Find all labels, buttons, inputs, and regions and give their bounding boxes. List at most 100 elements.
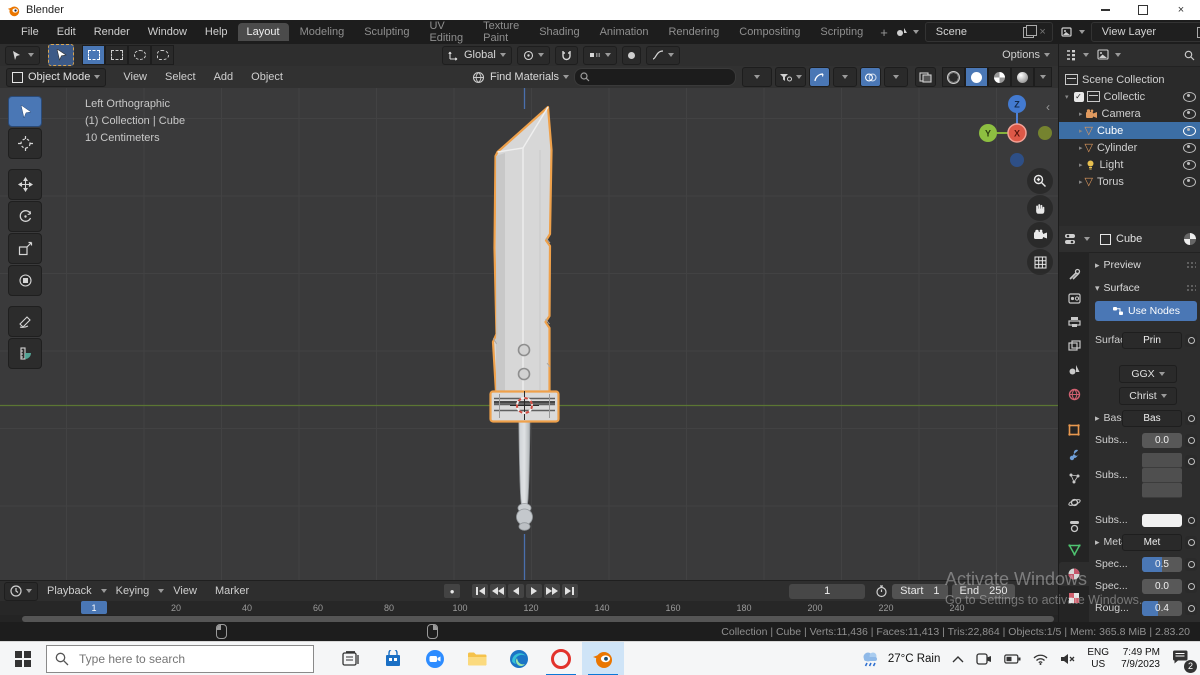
workspace-tab-compositing[interactable]: Compositing [730,23,809,41]
decorator-icon[interactable] [1185,557,1197,571]
base-color-value[interactable]: Bas [1122,409,1182,427]
play-button[interactable] [526,584,543,598]
camera-view-button[interactable] [1027,222,1053,248]
sidebar-collapse-arrow[interactable]: ‹ [1046,100,1050,114]
language-indicator[interactable]: ENG US [1081,642,1115,675]
breadcrumb-object[interactable]: Cube [1116,233,1142,245]
menu-view[interactable]: View [114,71,156,83]
auto-keying-button[interactable]: ● [444,584,461,598]
decorator-icon[interactable] [1185,455,1197,468]
tool-move[interactable] [8,169,42,200]
find-materials-chevron-icon[interactable] [563,75,570,79]
shading-material-button[interactable] [988,67,1012,87]
menu-marker[interactable]: Marker [206,585,258,597]
find-materials-label[interactable]: Find Materials [490,71,559,83]
specular-slider[interactable]: 0.5 [1142,556,1182,572]
playhead[interactable]: 1 [81,601,107,614]
menu-window[interactable]: Window [139,26,196,38]
workspace-tab-shading[interactable]: Shading [530,23,588,41]
hide-object-eye-icon[interactable] [1183,159,1196,170]
next-keyframe-button[interactable] [544,584,561,598]
distribution-dropdown[interactable]: GGX [1119,365,1177,383]
tab-tool[interactable] [1059,262,1089,286]
decorator-icon[interactable] [1185,601,1197,615]
hide-collection-eye-icon[interactable] [1183,91,1196,102]
play-reverse-button[interactable] [508,584,525,598]
edge-browser-button[interactable] [498,642,540,675]
view-layer-selector[interactable]: View Layer × [1090,22,1200,42]
mode-dropdown[interactable]: Object Mode [6,67,107,87]
opera-browser-button[interactable] [540,642,582,675]
proportional-falloff-dropdown[interactable] [645,45,680,65]
workspace-tab-scripting[interactable]: Scripting [811,23,872,41]
new-scene-icon[interactable] [1023,24,1038,38]
subsurface-method-dropdown[interactable]: Christ [1119,387,1177,405]
frame-end-field[interactable]: End 250 [951,583,1016,599]
metallic-value[interactable]: Met [1122,533,1182,551]
tab-physics[interactable] [1059,490,1089,514]
transform-orientation-dropdown[interactable]: Global [442,45,512,65]
add-workspace-button[interactable]: + [873,25,895,40]
pivot-point-dropdown[interactable] [516,45,550,65]
taskbar-search-input[interactable] [77,651,281,667]
proportional-editing-toggle[interactable] [621,45,641,65]
tab-view-layer[interactable] [1059,334,1089,358]
menu-add[interactable]: Add [205,71,243,83]
roughness-slider[interactable]: 0.4 [1142,600,1182,616]
meet-now-button[interactable] [970,642,998,675]
taskbar-search-box[interactable] [46,645,314,673]
workspace-tab-animation[interactable]: Animation [591,23,658,41]
action-center-button[interactable]: 2 [1166,642,1200,675]
node-decorator-icon[interactable] [1185,333,1197,347]
workspace-tab-texture-paint[interactable]: Texture Paint [474,17,528,47]
expand-icon[interactable]: ▸ [1079,161,1083,169]
tab-output[interactable] [1059,310,1089,334]
tab-render[interactable] [1059,286,1089,310]
outliner-item-torus[interactable]: ▸ ▽ Torus [1059,173,1200,190]
workspace-tab-layout[interactable]: Layout [237,23,289,41]
material-search-input[interactable] [590,70,715,84]
expand-icon[interactable]: ▸ [1095,413,1100,424]
shading-wireframe-button[interactable] [942,67,966,87]
decorator-icon[interactable] [1185,433,1197,447]
hide-object-eye-icon[interactable] [1183,125,1196,136]
tab-object-data[interactable] [1059,538,1089,562]
surface-panel-header[interactable]: ▾ Surface [1089,279,1200,297]
preview-panel-header[interactable]: ▸ Preview [1089,256,1200,274]
tab-object[interactable] [1059,418,1089,442]
select-mode-lasso[interactable] [151,45,174,65]
view-layer-chevron-icon[interactable] [1078,30,1085,34]
menu-playback[interactable]: Playback [38,585,101,597]
zoom-button[interactable] [1027,168,1053,194]
tab-material[interactable] [1059,562,1089,586]
options-dropdown[interactable]: Options [1002,49,1050,61]
volume-muted-indicator[interactable] [1054,642,1081,675]
blender-app-button[interactable] [582,642,624,675]
shading-dropdown[interactable] [1034,67,1053,87]
search-filter-dropdown[interactable] [742,67,773,87]
jump-to-start-button[interactable] [472,584,489,598]
collection-checkbox[interactable]: ✓ [1073,91,1084,102]
timeline-ruler[interactable]: 20 40 60 80 100 120 140 160 180 200 220 … [0,601,1058,615]
tool-select-box[interactable] [8,96,42,127]
jump-to-end-button[interactable] [562,584,579,598]
prev-keyframe-button[interactable] [490,584,507,598]
scene-selector[interactable]: Scene × [924,22,1053,42]
menu-object[interactable]: Object [242,71,292,83]
menu-render[interactable]: Render [85,26,139,38]
outliner-item-light[interactable]: ▸ Light [1059,156,1200,173]
workspace-tab-rendering[interactable]: Rendering [659,23,728,41]
tab-constraints[interactable] [1059,514,1089,538]
select-mode-box[interactable] [105,45,128,65]
expand-icon[interactable]: ▸ [1095,537,1100,548]
tool-cursor[interactable] [8,128,42,159]
clock-widget[interactable]: 7:49 PM 7/9/2023 [1115,642,1166,675]
active-tool-select-box[interactable] [48,44,74,66]
network-indicator[interactable] [1027,642,1054,675]
ortho-toggle-button[interactable] [1027,249,1053,275]
hide-object-eye-icon[interactable] [1183,142,1196,153]
menu-file[interactable]: File [12,26,48,38]
workspace-tab-modeling[interactable]: Modeling [291,23,354,41]
editor-type-button[interactable] [5,45,40,65]
close-button[interactable]: × [1162,0,1200,20]
